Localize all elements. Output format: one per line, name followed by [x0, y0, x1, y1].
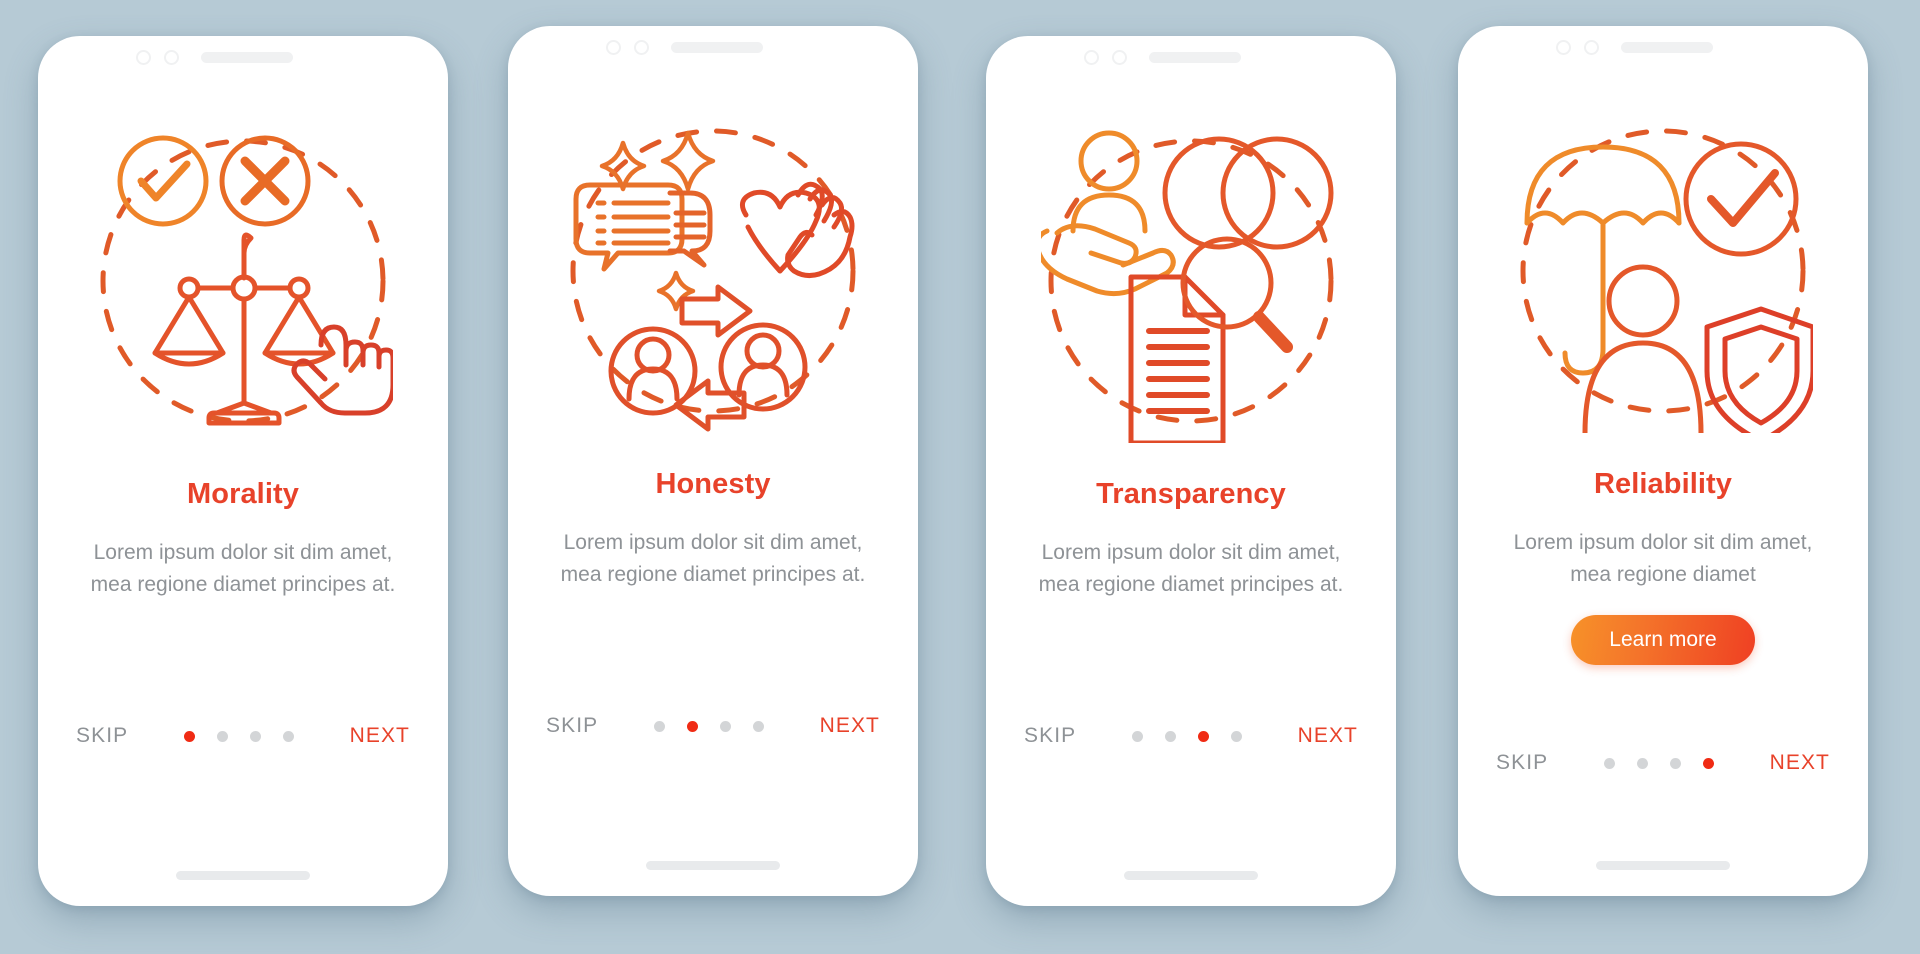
home-indicator [646, 861, 780, 870]
honesty-illustration [508, 68, 918, 468]
pagination-dot-1[interactable] [1131, 730, 1143, 742]
camera-sensor-icon [136, 49, 151, 65]
skip-button[interactable]: SKIP [1024, 724, 1076, 748]
pagination-dot-4[interactable] [1702, 757, 1714, 769]
onboarding-card-morality: Morality Lorem ipsum dolor sit dim amet,… [38, 36, 448, 906]
camera-lens-icon [1584, 39, 1599, 55]
reliability-illustration [1458, 68, 1868, 468]
phone-notch-bar [986, 36, 1396, 78]
next-button[interactable]: NEXT [1770, 751, 1830, 775]
onboarding-card-honesty: Honesty Lorem ipsum dolor sit dim amet, … [508, 26, 918, 896]
next-button[interactable]: NEXT [820, 714, 880, 738]
pagination-dot-1[interactable] [183, 730, 195, 742]
page-title: Reliability [1593, 468, 1733, 500]
earpiece-speaker [671, 41, 763, 53]
camera-sensor-icon [1084, 49, 1099, 65]
onboarding-screens-stage: Morality Lorem ipsum dolor sit dim amet,… [0, 0, 1920, 954]
phone-notch-bar [38, 36, 448, 78]
pagination-dot-3[interactable] [719, 720, 731, 732]
skip-button[interactable]: SKIP [76, 724, 128, 748]
pagination-dot-2[interactable] [686, 720, 698, 732]
camera-lens-icon [1112, 49, 1127, 65]
pagination-dot-3[interactable] [1669, 757, 1681, 769]
pagination-dot-2[interactable] [216, 730, 228, 742]
pagination-dot-2[interactable] [1164, 730, 1176, 742]
next-button[interactable]: NEXT [1298, 724, 1358, 748]
camera-sensor-icon [1556, 39, 1571, 55]
page-description: Lorem ipsum dolor sit dim amet, mea regi… [1513, 531, 1813, 586]
skip-button[interactable]: SKIP [1496, 751, 1548, 775]
pagination-dot-2[interactable] [1636, 757, 1648, 769]
pagination-dots [653, 720, 764, 732]
page-description: Lorem ipsum dolor sit dim amet, mea regi… [1038, 541, 1344, 596]
home-indicator [176, 871, 310, 880]
onboarding-nav-row: SKIP NEXT [38, 724, 448, 748]
home-indicator [1596, 861, 1730, 870]
morality-illustration [38, 78, 448, 478]
camera-lens-icon [164, 49, 179, 65]
transparency-illustration [986, 78, 1396, 478]
pagination-dot-3[interactable] [1197, 730, 1209, 742]
camera-sensor-icon [606, 39, 621, 55]
onboarding-nav-row: SKIP NEXT [986, 724, 1396, 748]
onboarding-nav-row: SKIP NEXT [508, 714, 918, 738]
onboarding-card-reliability: Reliability Lorem ipsum dolor sit dim am… [1458, 26, 1868, 896]
page-title: Honesty [655, 468, 771, 500]
phone-notch-bar [1458, 26, 1868, 68]
onboarding-card-transparency: Transparency Lorem ipsum dolor sit dim a… [986, 36, 1396, 906]
skip-button[interactable]: SKIP [546, 714, 598, 738]
camera-lens-icon [634, 39, 649, 55]
home-indicator [1124, 871, 1258, 880]
pagination-dots [183, 730, 294, 742]
pagination-dot-4[interactable] [1230, 730, 1242, 742]
onboarding-nav-row: SKIP NEXT [1458, 751, 1868, 775]
learn-more-button[interactable]: Learn more [1571, 615, 1755, 665]
earpiece-speaker [201, 51, 293, 63]
next-button[interactable]: NEXT [350, 724, 410, 748]
pagination-dot-4[interactable] [282, 730, 294, 742]
earpiece-speaker [1149, 51, 1241, 63]
page-description: Lorem ipsum dolor sit dim amet, mea regi… [90, 541, 396, 596]
earpiece-speaker [1621, 41, 1713, 53]
page-description: Lorem ipsum dolor sit dim amet, mea regi… [560, 531, 866, 586]
pagination-dot-4[interactable] [752, 720, 764, 732]
pagination-dot-1[interactable] [1603, 757, 1615, 769]
pagination-dot-1[interactable] [653, 720, 665, 732]
page-title: Morality [187, 478, 299, 510]
page-title: Transparency [1096, 478, 1286, 510]
pagination-dots [1131, 730, 1242, 742]
pagination-dots [1603, 757, 1714, 769]
pagination-dot-3[interactable] [249, 730, 261, 742]
phone-notch-bar [508, 26, 918, 68]
